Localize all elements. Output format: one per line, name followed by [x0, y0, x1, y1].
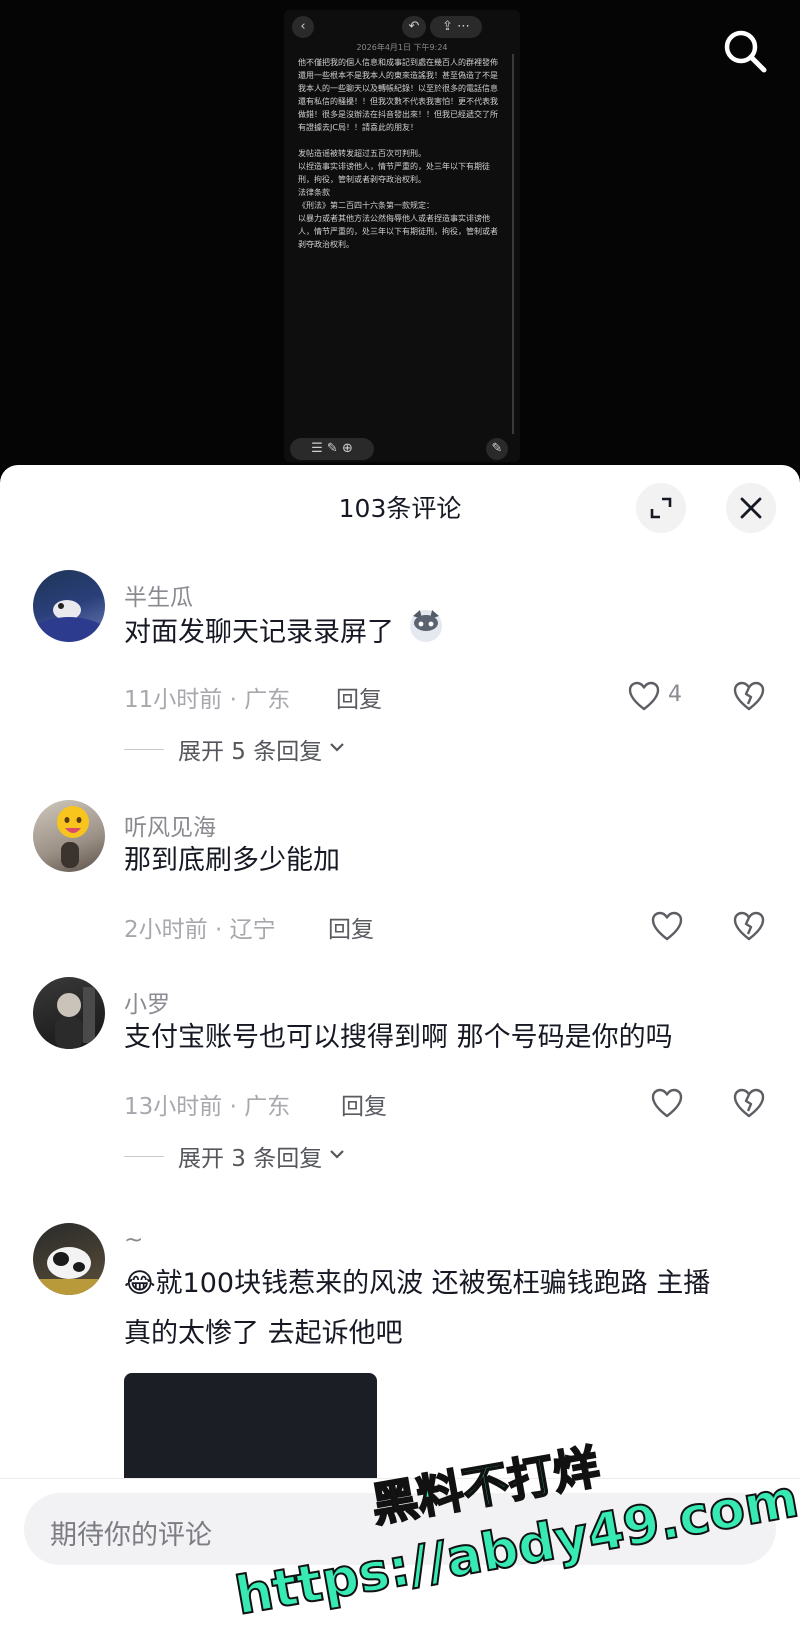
expand-replies-button[interactable]: 展开 5 条回复 — [124, 732, 346, 766]
comment-time-location: 2小时前 · 辽宁 — [124, 917, 276, 943]
edit-tools-icon: ☰ ✎ ⊕ — [290, 438, 374, 460]
comment-item: ~ 😂就100块钱惹来的风波 还被冤枉骗钱跑路 主播真的太惨了 去起诉他吧 — [0, 1223, 800, 1483]
comment-text: 支付宝账号也可以搜得到啊 那个号码是你的吗 — [124, 1022, 673, 1053]
comment-item: 小罗 支付宝账号也可以搜得到啊 那个号码是你的吗 13小时前 · 广东 回复 展… — [0, 977, 800, 1177]
embedded-date: 2026年4月1日 下午9:24 — [356, 43, 448, 52]
search-icon[interactable] — [720, 26, 770, 76]
avatar[interactable] — [33, 570, 105, 642]
share-more-icon: ⇪ ⋯ — [430, 16, 482, 38]
expand-divider — [124, 1155, 164, 1157]
expand-icon — [650, 497, 672, 519]
expand-replies-label: 展开 3 条回复 — [178, 1146, 323, 1172]
undo-icon: ↶ — [402, 16, 426, 38]
like-heart-icon[interactable] — [650, 910, 684, 944]
reply-button[interactable]: 回复 — [328, 910, 374, 944]
back-icon: ‹ — [292, 16, 314, 38]
dislike-broken-heart-icon[interactable] — [732, 910, 766, 944]
comment-input-placeholder: 期待你的评论 — [50, 1520, 212, 1551]
expand-fullscreen-button[interactable] — [636, 483, 686, 533]
embedded-note-text: 他不僅把我的個人信息和成事記到處在幾百人的群裡發佈 還用一些根本不是我本人的東來… — [298, 58, 498, 249]
embedded-screenshot: ‹ ↶ ⇪ ⋯ 2026年4月1日 下午9:24 他不僅把我的個人信息和成事記到… — [284, 10, 520, 462]
video-area[interactable]: ‹ ↶ ⇪ ⋯ 2026年4月1日 下午9:24 他不僅把我的個人信息和成事記到… — [0, 0, 800, 470]
comment-item: 听风见海 那到底刷多少能加 2小时前 · 辽宁 回复 — [0, 800, 800, 943]
comment-text: 对面发聊天记录录屏了 — [124, 606, 730, 661]
reply-button[interactable]: 回复 — [341, 1087, 387, 1121]
reply-button[interactable]: 回复 — [336, 680, 382, 714]
close-button[interactable] — [726, 483, 776, 533]
avatar[interactable] — [33, 800, 105, 872]
dislike-broken-heart-icon[interactable] — [732, 1087, 766, 1121]
comment-image-attachment[interactable] — [124, 1373, 377, 1483]
embedded-scrollbar — [512, 54, 514, 434]
comment-item: 半生瓜 对面发聊天记录录屏了 11小时前 · 广东 回复 4 展开 5 条回复 — [0, 570, 800, 770]
like-heart-icon[interactable] — [650, 1087, 684, 1121]
like-count: 4 — [668, 682, 682, 707]
dislike-broken-heart-icon[interactable] — [732, 680, 766, 714]
avatar[interactable] — [33, 1223, 105, 1295]
close-icon — [740, 497, 762, 519]
like-heart-icon[interactable] — [627, 680, 661, 714]
comment-time-location: 13小时前 · 广东 — [124, 1094, 291, 1120]
expand-replies-label: 展开 5 条回复 — [178, 739, 323, 765]
avatar[interactable] — [33, 977, 105, 1049]
expand-divider — [124, 748, 164, 750]
embedded-bottom-toolbar: ☰ ✎ ⊕ ✎ — [284, 438, 520, 462]
expand-replies-button[interactable]: 展开 3 条回复 — [124, 1139, 346, 1173]
comment-text-content: 对面发聊天记录录屏了 — [124, 617, 394, 648]
chevron-down-icon — [328, 1143, 346, 1169]
comment-time-location: 11小时前 · 广东 — [124, 687, 291, 713]
comment-text: 那到底刷多少能加 — [124, 845, 340, 876]
embedded-toolbar: ‹ ↶ ⇪ ⋯ — [284, 14, 520, 40]
chevron-down-icon — [328, 736, 346, 762]
sticker-emoji-icon — [407, 606, 445, 661]
compose-icon: ✎ — [486, 438, 508, 460]
comment-text: 😂就100块钱惹来的风波 还被冤枉骗钱跑路 主播真的太惨了 去起诉他吧 — [124, 1268, 711, 1349]
comment-author[interactable]: ~ — [124, 1227, 143, 1253]
